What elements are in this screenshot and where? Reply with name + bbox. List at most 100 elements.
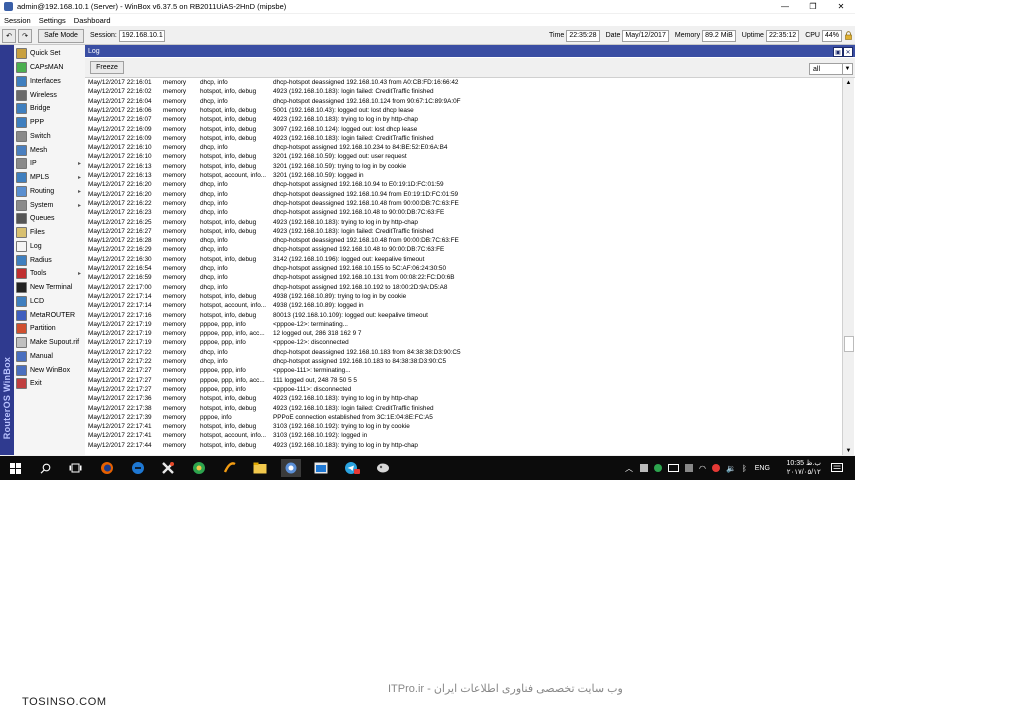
usb-icon[interactable] <box>685 464 693 472</box>
winbox-taskbar-button[interactable] <box>281 459 301 477</box>
sidebar-item-metarouter[interactable]: MetaROUTER <box>14 308 85 322</box>
table-row[interactable]: May/12/2017 22:17:14 memory hotspot, info,… <box>85 292 841 301</box>
sidebar-item-ip[interactable]: IP ▸ <box>14 157 85 171</box>
table-row[interactable]: May/12/2017 22:17:22 memory dhcp, info dhcp… <box>85 348 841 357</box>
table-row[interactable]: May/12/2017 22:16:09 memory hotspot, info,… <box>85 134 841 143</box>
xmind-taskbar-button[interactable] <box>158 459 178 477</box>
sidebar-item-switch[interactable]: Switch <box>14 130 85 144</box>
table-row[interactable]: May/12/2017 22:17:27 memory pppoe, ppp, in… <box>85 376 841 385</box>
table-row[interactable]: May/12/2017 22:17:16 memory hotspot, info,… <box>85 311 841 320</box>
table-row[interactable]: May/12/2017 22:17:19 memory pppoe, ppp, in… <box>85 329 841 338</box>
table-row[interactable]: May/12/2017 22:17:36 memory hotspot, info,… <box>85 394 841 403</box>
minimize-button[interactable]: — <box>771 0 799 13</box>
table-row[interactable]: May/12/2017 22:16:25 memory hotspot, info,… <box>85 218 841 227</box>
notification-center-button[interactable] <box>827 459 847 477</box>
table-row[interactable]: May/12/2017 22:17:38 memory hotspot, info,… <box>85 404 841 413</box>
table-row[interactable]: May/12/2017 22:16:28 memory dhcp, info dhcp… <box>85 236 841 245</box>
table-row[interactable]: May/12/2017 22:16:13 memory hotspot, info,… <box>85 162 841 171</box>
app-orange-taskbar-button[interactable] <box>220 459 240 477</box>
session-field[interactable]: 192.168.10.1 <box>118 29 165 42</box>
sidebar-item-ppp[interactable]: PPP <box>14 116 85 130</box>
bluetooth-icon[interactable]: ᛒ <box>742 464 747 473</box>
table-row[interactable]: May/12/2017 22:17:41 memory hotspot, info,… <box>85 422 841 431</box>
sidebar-item-exit[interactable]: Exit <box>14 377 85 391</box>
table-row[interactable]: May/12/2017 22:16:01 memory dhcp, info dhcp… <box>85 78 841 87</box>
log-restore-button[interactable]: ▣ <box>833 47 843 57</box>
sidebar-item-bridge[interactable]: Bridge <box>14 102 85 116</box>
sidebar-item-manual[interactable]: Manual <box>14 350 85 364</box>
firefox-taskbar-button[interactable] <box>97 459 117 477</box>
tray-green-icon[interactable] <box>654 464 662 472</box>
sidebar-item-quick-set[interactable]: Quick Set <box>14 47 85 61</box>
app-bird-taskbar-button[interactable] <box>373 459 393 477</box>
table-row[interactable]: May/12/2017 22:17:19 memory pppoe, ppp, in… <box>85 338 841 347</box>
sidebar-item-new-winbox[interactable]: New WinBox <box>14 363 85 377</box>
task-view-button[interactable] <box>65 459 85 477</box>
table-row[interactable]: May/12/2017 22:16:13 memory hotspot, accou… <box>85 171 841 180</box>
table-row[interactable]: May/12/2017 22:17:27 memory pppoe, ppp, in… <box>85 366 841 375</box>
table-row[interactable]: May/12/2017 22:16:54 memory dhcp, info dhcp… <box>85 264 841 273</box>
safe-mode-button[interactable]: Safe Mode <box>38 28 84 43</box>
table-row[interactable]: May/12/2017 22:17:00 memory dhcp, info dhcp… <box>85 283 841 292</box>
table-row[interactable]: May/12/2017 22:16:59 memory dhcp, info dhcp… <box>85 273 841 282</box>
scroll-thumb[interactable] <box>844 336 854 352</box>
table-row[interactable]: May/12/2017 22:16:10 memory hotspot, info,… <box>85 152 841 161</box>
log-scrollbar[interactable]: ▲ ▼ <box>842 78 854 455</box>
menu-settings[interactable]: Settings <box>39 16 66 25</box>
sidebar-item-queues[interactable]: Queues <box>14 212 85 226</box>
table-row[interactable]: May/12/2017 22:17:19 memory pppoe, ppp, in… <box>85 320 841 329</box>
file-explorer-taskbar-button[interactable] <box>250 459 270 477</box>
table-row[interactable]: May/12/2017 22:16:02 memory hotspot, info,… <box>85 87 841 96</box>
sidebar-item-mesh[interactable]: Mesh <box>14 143 85 157</box>
table-row[interactable]: May/12/2017 22:16:22 memory dhcp, info dhcp… <box>85 199 841 208</box>
table-row[interactable]: May/12/2017 22:17:22 memory dhcp, info dhcp… <box>85 357 841 366</box>
log-close-button[interactable]: ✕ <box>843 47 853 57</box>
sidebar-item-system[interactable]: System ▸ <box>14 198 85 212</box>
table-row[interactable]: May/12/2017 22:16:23 memory dhcp, info dhcp… <box>85 208 841 217</box>
table-row[interactable]: May/12/2017 22:17:39 memory pppoe, info PPP… <box>85 413 841 422</box>
table-row[interactable]: May/12/2017 22:16:30 memory hotspot, info,… <box>85 255 841 264</box>
battery-icon[interactable] <box>668 464 679 472</box>
chrome-taskbar-button[interactable] <box>189 459 209 477</box>
table-row[interactable]: May/12/2017 22:16:04 memory dhcp, info dhcp… <box>85 97 841 106</box>
tray-app-icon[interactable] <box>640 464 648 472</box>
edge-taskbar-button[interactable] <box>128 459 148 477</box>
menu-dashboard[interactable]: Dashboard <box>74 16 111 25</box>
sidebar-item-tools[interactable]: Tools ▸ <box>14 267 85 281</box>
table-row[interactable]: May/12/2017 22:16:29 memory dhcp, info dhcp… <box>85 245 841 254</box>
sidebar-item-make-supout-rif[interactable]: Make Supout.rif <box>14 336 85 350</box>
menu-session[interactable]: Session <box>4 16 31 25</box>
table-row[interactable]: May/12/2017 22:17:27 memory pppoe, ppp, in… <box>85 385 841 394</box>
sidebar-item-partition[interactable]: Partition <box>14 322 85 336</box>
search-button[interactable] <box>35 459 55 477</box>
table-row[interactable]: May/12/2017 22:16:10 memory dhcp, info dhcp… <box>85 143 841 152</box>
table-row[interactable]: May/12/2017 22:17:44 memory hotspot, info,… <box>85 441 841 450</box>
taskbar-clock[interactable]: 10:35 ب.ظ ۲۰۱۷/۰۵/۱۲ <box>787 459 821 477</box>
table-row[interactable]: May/12/2017 22:17:14 memory hotspot, accou… <box>85 301 841 310</box>
sidebar-item-log[interactable]: Log <box>14 240 85 254</box>
sidebar-item-interfaces[interactable]: Interfaces <box>14 75 85 89</box>
freeze-button[interactable]: Freeze <box>90 61 124 74</box>
table-row[interactable]: May/12/2017 22:16:27 memory hotspot, info,… <box>85 227 841 236</box>
sidebar-item-lcd[interactable]: LCD <box>14 295 85 309</box>
telegram-taskbar-button[interactable] <box>342 459 362 477</box>
maximize-button[interactable]: ❐ <box>799 0 827 13</box>
chevron-up-icon[interactable]: ︿ <box>625 463 633 474</box>
table-row[interactable]: May/12/2017 22:16:20 memory dhcp, info dhcp… <box>85 180 841 189</box>
scroll-up-icon[interactable]: ▲ <box>843 78 854 87</box>
sidebar-item-capsman[interactable]: CAPsMAN <box>14 61 85 75</box>
sidebar-item-mpls[interactable]: MPLS ▸ <box>14 171 85 185</box>
table-row[interactable]: May/12/2017 22:16:20 memory dhcp, info dhcp… <box>85 190 841 199</box>
sidebar-item-wireless[interactable]: Wireless <box>14 88 85 102</box>
table-row[interactable]: May/12/2017 22:16:07 memory hotspot, info,… <box>85 115 841 124</box>
undo-button[interactable]: ↶ <box>2 28 16 43</box>
redo-button[interactable]: ↷ <box>18 28 32 43</box>
sidebar-item-files[interactable]: Files <box>14 226 85 240</box>
chrome-tray-icon[interactable] <box>711 464 720 472</box>
language-indicator[interactable]: ENG <box>755 465 770 472</box>
window-app-taskbar-button[interactable] <box>311 459 331 477</box>
volume-icon[interactable]: 🔉 <box>726 464 736 473</box>
table-row[interactable]: May/12/2017 22:16:06 memory hotspot, info,… <box>85 106 841 115</box>
sidebar-item-routing[interactable]: Routing ▸ <box>14 185 85 199</box>
sidebar-item-new-terminal[interactable]: New Terminal <box>14 281 85 295</box>
